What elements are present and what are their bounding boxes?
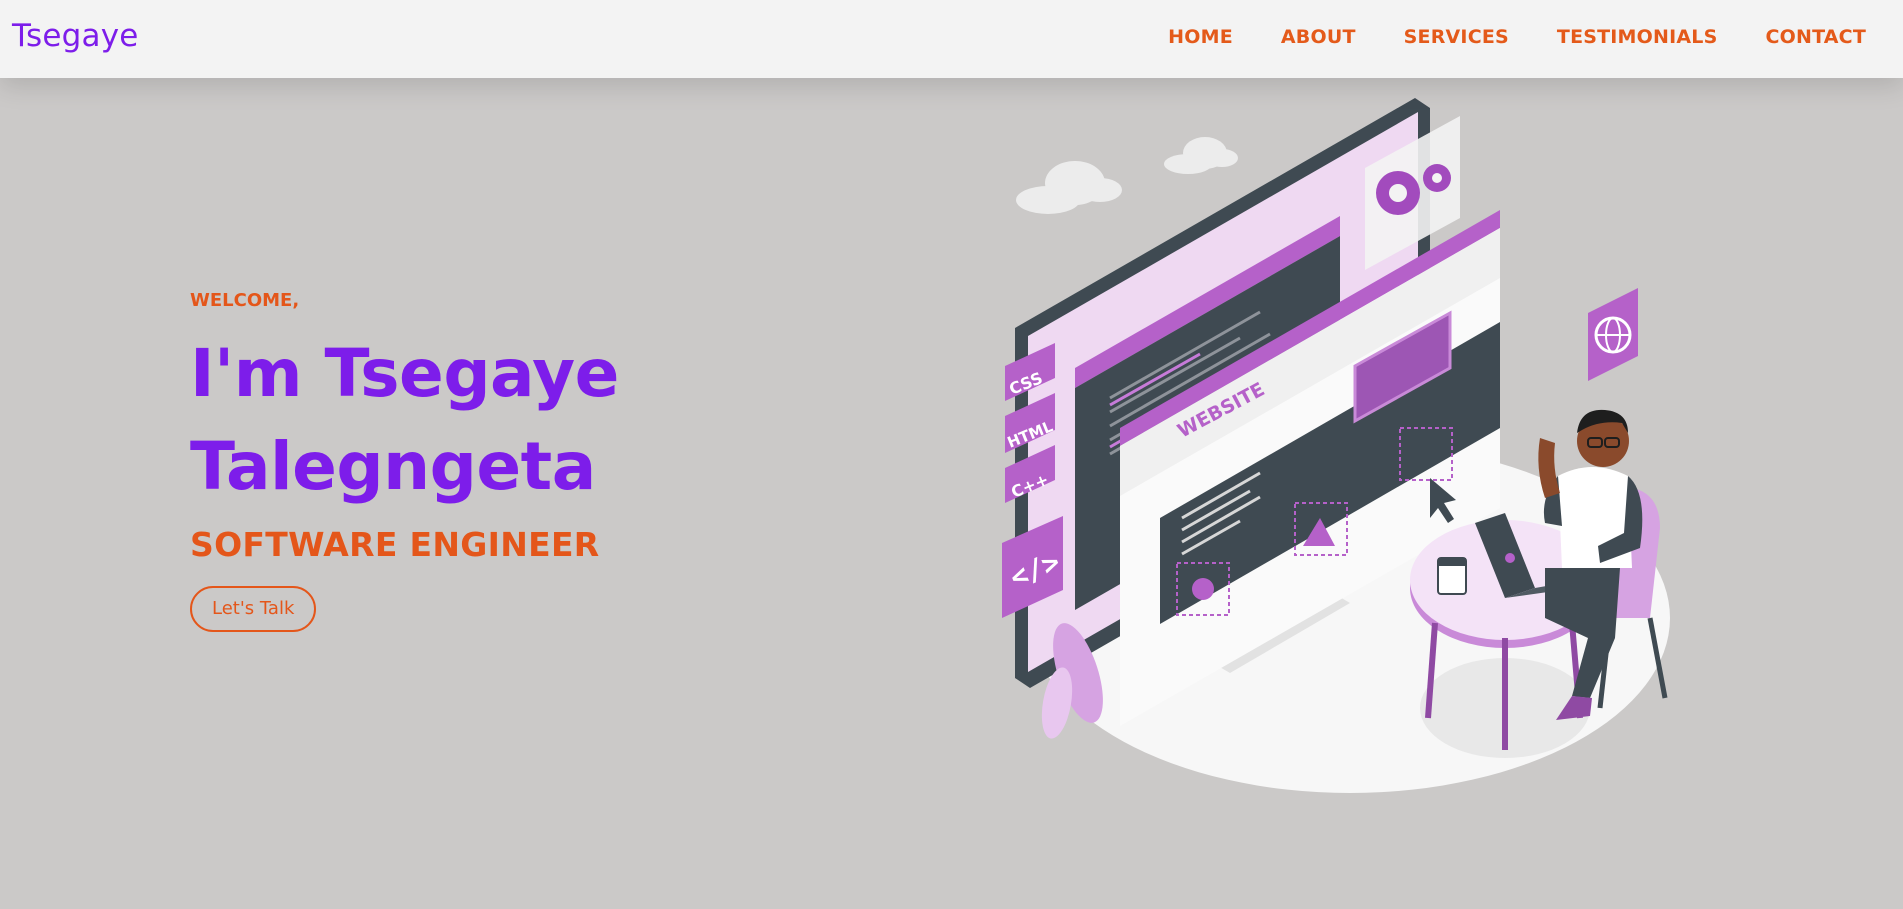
nav-links: HOME ABOUT SERVICES TESTIMONIALS CONTACT xyxy=(1120,26,1866,48)
cloud-icon xyxy=(1016,161,1122,214)
navbar: Tsegaye HOME ABOUT SERVICES TESTIMONIALS… xyxy=(0,0,1903,78)
nav-link-about[interactable]: ABOUT xyxy=(1281,26,1356,48)
lets-talk-button[interactable]: Let's Talk xyxy=(190,586,317,632)
nav-link-services[interactable]: SERVICES xyxy=(1404,26,1509,48)
hero-name-line1: I'm Tsegaye xyxy=(190,335,619,412)
hero-role: SOFTWARE ENGINEER xyxy=(190,525,600,564)
cloud-icon xyxy=(1164,137,1238,174)
brand-logo[interactable]: Tsegaye xyxy=(12,18,139,54)
hero-name-line2: Talegngeta xyxy=(190,428,596,505)
nav-link-home[interactable]: HOME xyxy=(1168,26,1233,48)
hero-section: WELCOME, I'm Tsegaye Talegngeta SOFTWARE… xyxy=(190,290,619,632)
globe-icon xyxy=(1588,288,1638,381)
web-development-illustration: WEBSITE CSS HTML C++ </> xyxy=(1002,98,1670,793)
nav-link-contact[interactable]: CONTACT xyxy=(1766,26,1867,48)
hero-name: I'm Tsegaye Talegngeta xyxy=(190,327,619,513)
coffee-cup-icon xyxy=(1437,557,1467,595)
nav-link-testimonials[interactable]: TESTIMONIALS xyxy=(1557,26,1718,48)
welcome-text: WELCOME, xyxy=(190,290,300,311)
